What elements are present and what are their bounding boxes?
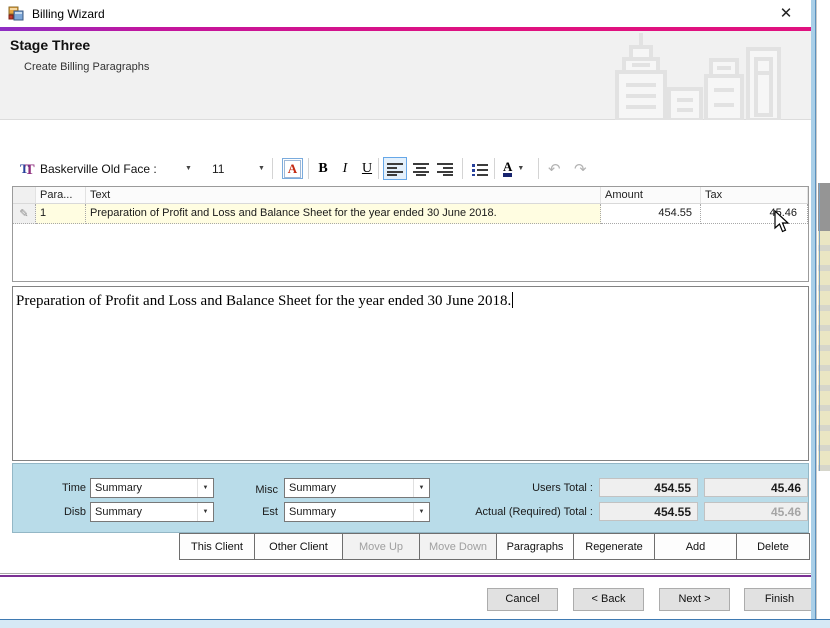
align-left-button[interactable] [383, 157, 407, 180]
bold-button[interactable]: B [312, 153, 334, 184]
other-client-button[interactable]: Other Client [255, 533, 343, 560]
background-window-sliver [816, 0, 830, 628]
back-button[interactable]: < Back [573, 588, 644, 611]
background-blue-line [819, 183, 820, 471]
cell-text[interactable]: Preparation of Profit and Loss and Balan… [86, 204, 601, 224]
options-panel: Time Summary ▼ Disb Summary ▼ Misc Summa… [12, 463, 809, 533]
editor-text: Preparation of Profit and Loss and Balan… [16, 293, 511, 309]
time-label: Time [33, 482, 86, 494]
chevron-down-icon: ▼ [197, 479, 213, 497]
font-size-dropdown-icon[interactable]: ▼ [258, 153, 265, 184]
move-down-button[interactable]: Move Down [420, 533, 497, 560]
font-dialog-icon[interactable]: A [282, 158, 303, 179]
est-combobox[interactable]: Summary ▼ [284, 502, 430, 522]
bullet-list-button[interactable] [468, 157, 492, 180]
cell-amount[interactable]: 454.55 [601, 204, 701, 224]
misc-label: Misc [228, 484, 278, 496]
redo-icon[interactable]: ↷ [574, 153, 587, 184]
disb-label: Disb [33, 506, 86, 518]
est-label: Est [228, 506, 278, 518]
delete-button[interactable]: Delete [737, 533, 810, 560]
close-icon[interactable]: ✕ [775, 4, 797, 24]
paragraphs-grid: Para... Text Amount Tax ✎ 1 Preparation … [12, 186, 809, 282]
column-header-para[interactable]: Para... [36, 187, 86, 203]
billing-wizard-dialog: Billing Wizard ✕ Stage Three Create Bill… [0, 0, 816, 620]
misc-combobox[interactable]: Summary ▼ [284, 478, 430, 498]
toolbar-separator [462, 158, 463, 179]
font-name-dropdown-icon[interactable]: ▼ [185, 153, 192, 184]
separator-line-gray [0, 573, 816, 574]
paragraph-editor[interactable]: Preparation of Profit and Loss and Balan… [12, 286, 809, 461]
grid-row[interactable]: ✎ 1 Preparation of Profit and Loss and B… [13, 204, 808, 224]
text-caret [512, 292, 513, 308]
stage-subtitle: Create Billing Paragraphs [24, 61, 149, 73]
font-size-combobox[interactable]: 11 [212, 153, 224, 184]
paragraphs-button[interactable]: Paragraphs [497, 533, 574, 560]
formatting-toolbar: T T Baskerville Old Face : ▼ 11 ▼ A B I … [0, 153, 811, 184]
toolbar-separator [308, 158, 309, 179]
city-skyline-graphic [608, 33, 783, 120]
column-header-amount[interactable]: Amount [601, 187, 701, 203]
stage-title: Stage Three [10, 37, 90, 53]
stage-header: Stage Three Create Billing Paragraphs [0, 31, 811, 120]
next-button[interactable]: Next > [659, 588, 730, 611]
row-selector-header [13, 187, 36, 203]
add-button[interactable]: Add [655, 533, 737, 560]
column-header-tax[interactable]: Tax [701, 187, 808, 203]
users-total-tax: 45.46 [704, 478, 808, 497]
toolbar-separator [538, 158, 539, 179]
separator-line-purple [0, 575, 816, 577]
window-bottom-strip [0, 620, 830, 628]
toolbar-separator [494, 158, 495, 179]
row-edit-pencil-icon: ✎ [13, 204, 36, 224]
users-total-amount: 454.55 [599, 478, 698, 497]
window-title: Billing Wizard [32, 7, 105, 21]
font-picker-icon: T T [20, 153, 35, 184]
disb-combobox[interactable]: Summary ▼ [90, 502, 214, 522]
screen: Billing Wizard ✕ Stage Three Create Bill… [0, 0, 830, 628]
font-color-button[interactable]: A ▼ [503, 153, 524, 184]
chevron-down-icon: ▼ [413, 503, 429, 521]
action-button-row: This Client Other Client Move Up Move Do… [179, 533, 810, 560]
cell-para[interactable]: 1 [36, 204, 86, 224]
underline-button[interactable]: U [356, 153, 378, 184]
font-color-a-icon: A [503, 160, 512, 177]
title-bar: Billing Wizard ✕ [0, 0, 811, 27]
actual-total-amount: 454.55 [599, 502, 698, 521]
toolbar-separator [272, 158, 273, 179]
actual-total-label: Actual (Required) Total : [433, 506, 593, 518]
chevron-down-icon: ▼ [413, 479, 429, 497]
toolbar-separator [378, 158, 379, 179]
regenerate-button[interactable]: Regenerate [574, 533, 655, 560]
undo-icon[interactable]: ↶ [548, 153, 561, 184]
column-header-text[interactable]: Text [86, 187, 601, 203]
app-form-icon [8, 6, 24, 22]
font-name-combobox[interactable]: Baskerville Old Face : [40, 153, 180, 184]
actual-total-tax: 45.46 [704, 502, 808, 521]
italic-button[interactable]: I [334, 153, 356, 184]
font-color-dropdown-icon: ▼ [517, 165, 524, 172]
chevron-down-icon: ▼ [197, 503, 213, 521]
dialog-right-border [811, 0, 816, 620]
grid-header-row: Para... Text Amount Tax [13, 187, 808, 204]
align-center-button[interactable] [409, 157, 433, 180]
mouse-cursor [773, 210, 795, 234]
this-client-button[interactable]: This Client [179, 533, 255, 560]
users-total-label: Users Total : [433, 482, 593, 494]
finish-button[interactable]: Finish [744, 588, 815, 611]
align-right-button[interactable] [433, 157, 457, 180]
cancel-button[interactable]: Cancel [487, 588, 558, 611]
time-combobox[interactable]: Summary ▼ [90, 478, 214, 498]
move-up-button[interactable]: Move Up [343, 533, 420, 560]
